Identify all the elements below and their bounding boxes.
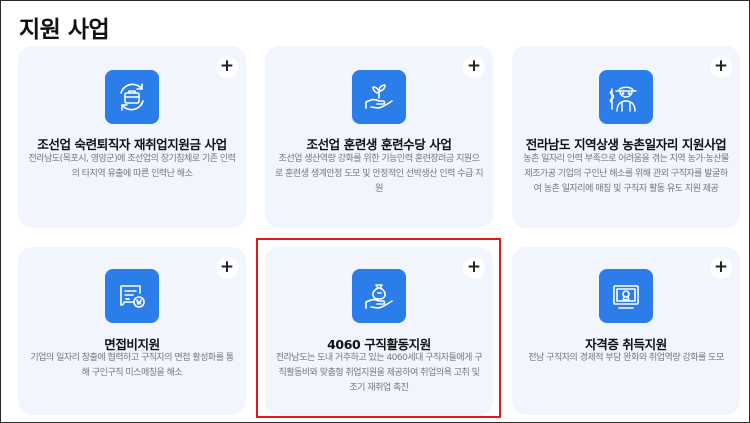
- add-button[interactable]: +: [710, 56, 732, 78]
- hand-sprout-icon: [352, 70, 406, 124]
- farmer-icon: [599, 70, 653, 124]
- add-button[interactable]: +: [710, 257, 732, 279]
- card-description: 기업의 일자리 창출에 협력하고 구직자의 면접 활성화를 통해 구인구직 미스…: [30, 353, 234, 378]
- card-title: 조선업 숙련퇴직자 재취업지원금 사업: [37, 137, 227, 152]
- program-card-4060-job-search[interactable]: + 4060 구직활동지원 전라남도는 도내 거주하고 있는 4060세대 구직…: [265, 247, 493, 415]
- add-button[interactable]: +: [216, 257, 238, 279]
- card-title: 전라남도 지역상생 농촌일자리 지원사업: [525, 137, 727, 152]
- card-description: 전라남도는 도내 거주하고 있는 4060세대 구직자들에게 구직활동비와 맞춤…: [275, 353, 483, 393]
- card-description: 조선업 생산역량 강화를 위한 기능인력 훈련장려금 지원으로 훈련생 생계안정…: [275, 154, 483, 194]
- page-frame: 지원 사업 + 조선업 숙련퇴직자 재취업지원금 사업 전라남도(목포시, 영암…: [0, 0, 750, 423]
- document-coin-icon: [105, 269, 159, 323]
- certificate-icon: [599, 269, 653, 323]
- hand-money-bag-icon: [352, 269, 406, 323]
- program-card-shipbuilding-reemployment[interactable]: + 조선업 숙련퇴직자 재취업지원금 사업 전라남도(목포시, 영암군)에 조선…: [18, 46, 246, 228]
- add-button[interactable]: +: [216, 56, 238, 78]
- program-card-rural-jobs[interactable]: + 전라남도 지역상생 농촌일자리 지원사업 농촌 일자리 인력 부족으로 어려…: [512, 46, 740, 228]
- page-title: 지원 사업: [19, 17, 110, 43]
- card-description: 전남 구직자의 경제적 부담 완화와 취업역량 강화를 도모: [528, 353, 724, 363]
- card-description: 전라남도(목포시, 영암군)에 조선업의 장기침체로 기존 인력의 타지역 유출…: [28, 154, 236, 179]
- add-button[interactable]: +: [463, 56, 485, 78]
- program-card-interview-cost[interactable]: + 면접비지원 기업의 일자리 창출에 협력하고 구직자의 면접 활성화를 통해…: [18, 247, 246, 415]
- briefcase-cycle-icon: [105, 70, 159, 124]
- program-card-shipbuilding-training[interactable]: + 조선업 훈련생 훈련수당 사업 조선업 생산역량 강화를 위한 기능인력 훈…: [265, 46, 493, 228]
- card-title: 조선업 훈련생 훈련수당 사업: [306, 137, 452, 152]
- add-button[interactable]: +: [463, 257, 485, 279]
- card-description: 농촌 일자리 인력 부족으로 어려움을 겪는 지역 농가·농산물 제조가공 기업…: [523, 154, 729, 194]
- program-card-certificate[interactable]: + 자격증 취득지원 전남 구직자의 경제적 부담 완화와 취업역량 강화를 도…: [512, 247, 740, 415]
